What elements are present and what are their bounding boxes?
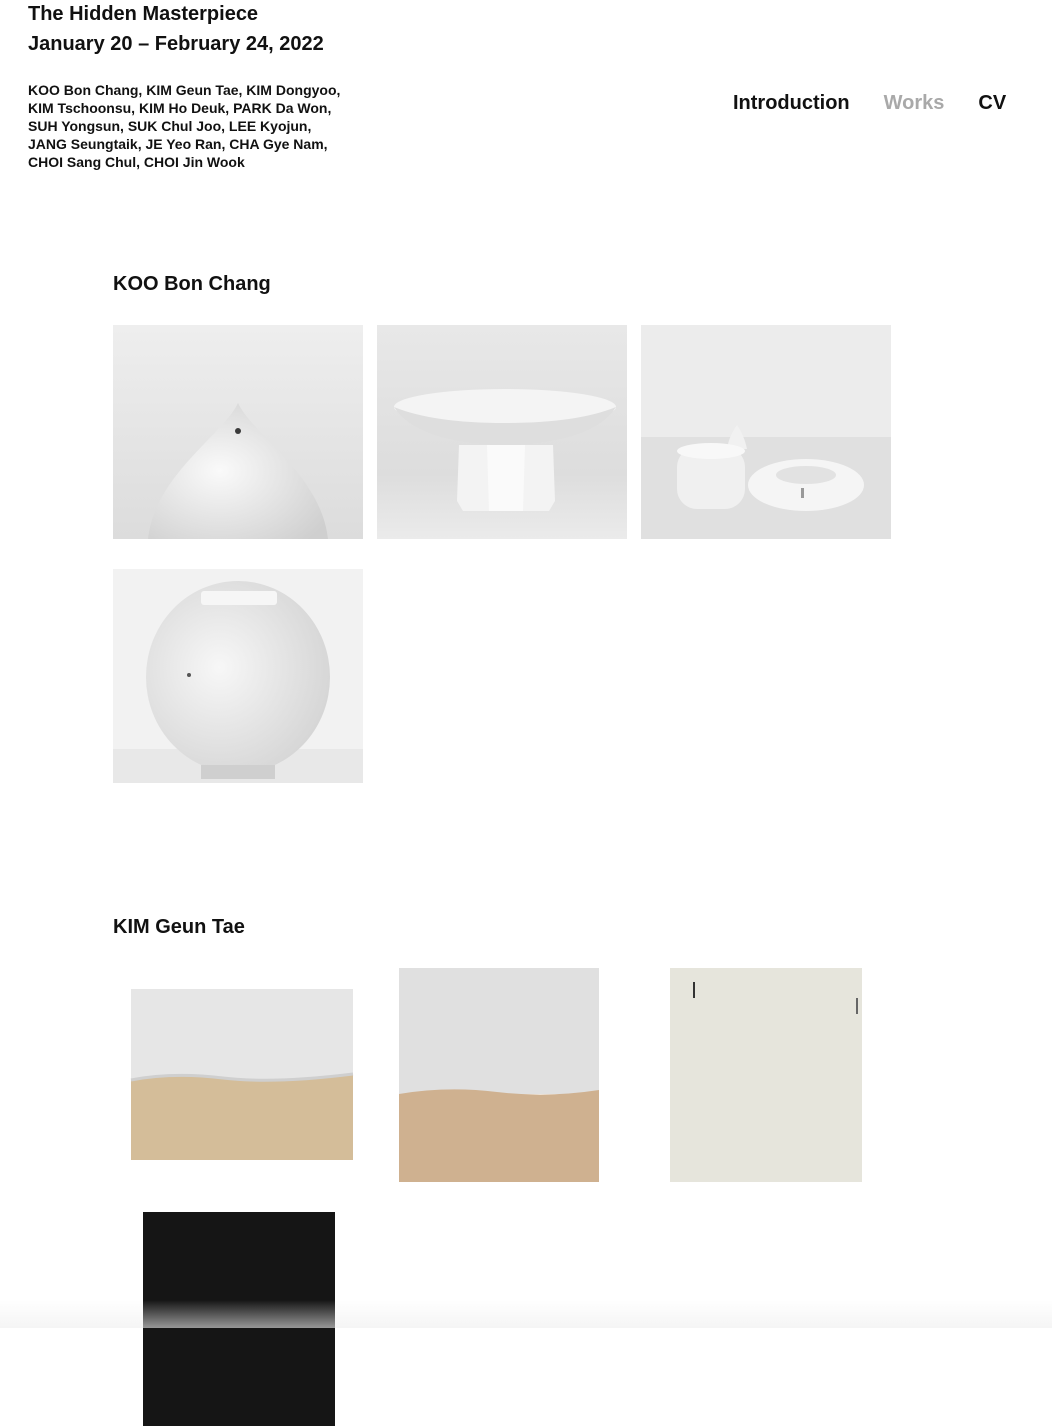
moon-jar-image [113, 569, 363, 783]
footed-dish-image [377, 325, 627, 539]
work-thumbnail-footed-dish[interactable] [377, 325, 627, 539]
nav-cv[interactable]: CV [978, 91, 1006, 115]
work-thumbnail-painting-2[interactable] [377, 968, 627, 1182]
nav-introduction[interactable]: Introduction [733, 91, 850, 115]
painting-4-image [113, 1212, 363, 1426]
artists-list: KOO Bon Chang, KIM Geun Tae, KIM Dongyoo… [28, 82, 341, 170]
painting-2-image [377, 968, 627, 1182]
cone-vessel-image [113, 325, 363, 539]
section-heading-koo-bon-chang: KOO Bon Chang [113, 273, 271, 295]
painting-3-image [641, 968, 891, 1182]
work-thumbnail-painting-1[interactable] [113, 968, 363, 1182]
exhibition-dates: January 20 – February 24, 2022 [28, 33, 324, 55]
work-thumbnail-cone-vessel[interactable] [113, 325, 363, 539]
painting-1-image [113, 968, 363, 1182]
work-thumbnail-moon-jar[interactable] [113, 569, 363, 783]
ceramic-objects-image [641, 325, 891, 539]
exhibition-title: The Hidden Masterpiece [28, 3, 259, 25]
main-nav: Introduction Works CV [733, 91, 1006, 115]
nav-works[interactable]: Works [884, 91, 945, 115]
work-thumbnail-ceramic-objects[interactable] [641, 325, 891, 539]
section-heading-kim-geun-tae: KIM Geun Tae [113, 916, 245, 938]
work-thumbnail-painting-4[interactable] [113, 1212, 363, 1426]
work-thumbnail-painting-3[interactable] [641, 968, 891, 1182]
